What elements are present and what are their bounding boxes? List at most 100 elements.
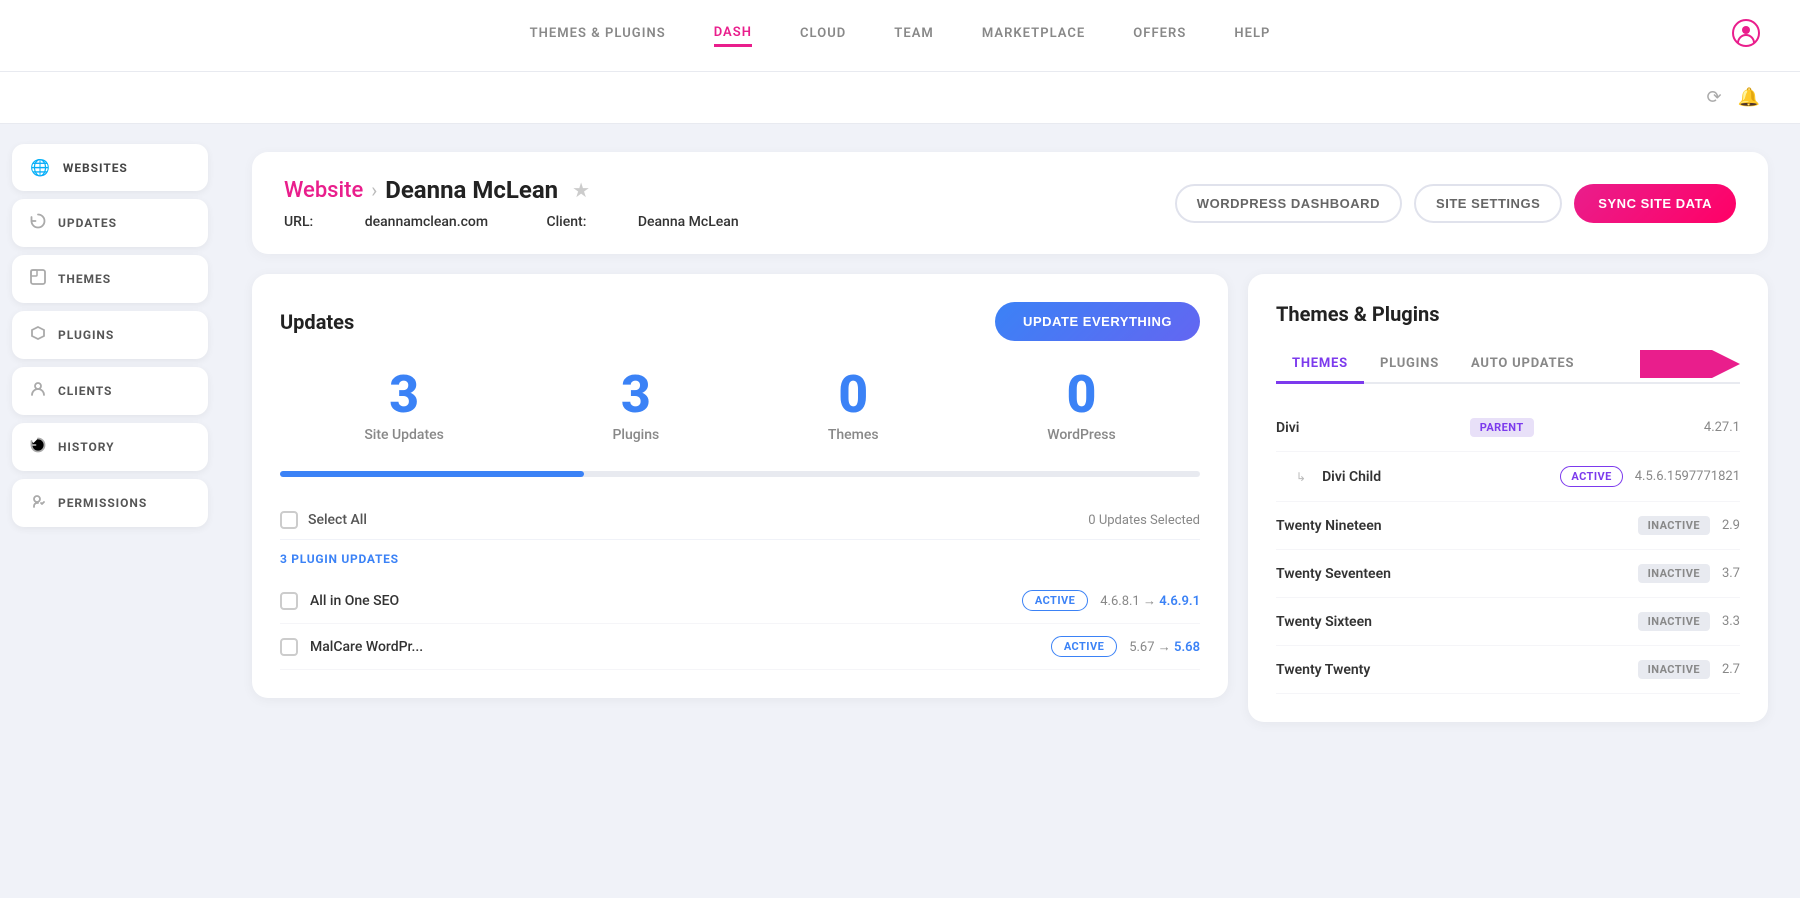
tab-plugins[interactable]: PLUGINS (1364, 346, 1455, 384)
breadcrumb: Website (284, 178, 363, 203)
stat-label-site: Site Updates (364, 427, 444, 443)
site-settings-button[interactable]: SITE SETTINGS (1414, 184, 1562, 223)
select-all-left: Select All (280, 511, 367, 529)
sidebar-label-websites: WEBSITES (63, 161, 128, 175)
sidebar-item-themes[interactable]: THEMES (12, 255, 208, 303)
plugins-icon (30, 325, 46, 345)
theme-row-divi-child: ↳ Divi Child ACTIVE 4.5.6.1597771821 (1276, 452, 1740, 502)
sidebar-label-plugins: PLUGINS (58, 328, 114, 342)
stat-themes: 0 Themes (828, 369, 879, 443)
theme-row-divi: Divi PARENT 4.27.1 (1276, 404, 1740, 452)
themes-plugins-title: Themes & Plugins (1276, 302, 1740, 326)
plugin-version-1: 4.6.8.1 → 4.6.9.1 (1100, 593, 1200, 609)
page-header: Website › Deanna McLean ★ URL: deannamcl… (252, 152, 1768, 254)
theme-name-divi-child: Divi Child (1322, 469, 1381, 485)
stat-site-updates: 3 Site Updates (364, 369, 444, 443)
url-label: URL: (284, 214, 313, 230)
theme-name-17: Twenty Seventeen (1276, 566, 1391, 582)
globe-icon: 🌐 (30, 158, 51, 177)
sidebar-item-history[interactable]: HISTORY (12, 423, 208, 471)
updates-title: Updates (280, 310, 354, 334)
theme-row-twenty-twenty: Twenty Twenty INACTIVE 2.7 (1276, 646, 1740, 694)
theme-version-17: 3.7 (1722, 566, 1740, 581)
plugin-checkbox-2[interactable] (280, 638, 298, 656)
nav-dash[interactable]: DASH (714, 25, 752, 47)
select-all-checkbox[interactable] (280, 511, 298, 529)
update-everything-button[interactable]: UPDATE EVERYTHING (995, 302, 1200, 341)
theme-version-divi: 4.27.1 (1704, 420, 1740, 435)
sync-site-data-button[interactable]: SYNC SITE DATA (1574, 184, 1736, 223)
theme-row-twenty-seventeen: Twenty Seventeen INACTIVE 3.7 (1276, 550, 1740, 598)
sidebar-label-themes: THEMES (58, 272, 111, 286)
stat-label-wp: WordPress (1047, 427, 1115, 443)
sidebar-item-websites[interactable]: 🌐 WEBSITES (12, 144, 208, 191)
version-to-1: 4.6.9.1 (1159, 594, 1200, 609)
themes-icon (30, 269, 46, 289)
theme-name-divi: Divi (1276, 420, 1299, 436)
tab-themes[interactable]: THEMES (1276, 346, 1364, 384)
nav-links: THEMES & PLUGINS DASH CLOUD TEAM MARKETP… (530, 25, 1271, 47)
clients-icon (30, 381, 46, 401)
history-icon (30, 437, 46, 457)
nav-offers[interactable]: OFFERS (1133, 26, 1186, 45)
sidebar-item-updates[interactable]: UPDATES (12, 199, 208, 247)
stat-number-plugins: 3 (612, 369, 659, 421)
theme-name-20: Twenty Twenty (1276, 662, 1370, 678)
main-layout: 🌐 WEBSITES UPDATES THEMES PLUGINS CLI (0, 124, 1800, 898)
sidebar-item-permissions[interactable]: PERMISSIONS (12, 479, 208, 527)
version-from-1: 4.6.8.1 (1100, 594, 1140, 609)
updates-column: Updates UPDATE EVERYTHING 3 Site Updates… (252, 274, 1228, 722)
theme-badge-20: INACTIVE (1638, 660, 1710, 679)
select-all-label[interactable]: Select All (308, 512, 367, 528)
sidebar-label-permissions: PERMISSIONS (58, 496, 147, 510)
nav-help[interactable]: HELP (1234, 26, 1270, 45)
sidebar-label-history: HISTORY (58, 440, 114, 454)
version-from-2: 5.67 (1129, 640, 1154, 655)
themes-plugins-column: Themes & Plugins THEMES PLUGINS AUTO UPD… (1248, 274, 1768, 722)
plugin-checkbox-1[interactable] (280, 592, 298, 610)
client-value: Deanna McLean (638, 214, 739, 230)
theme-version-19: 2.9 (1722, 518, 1740, 533)
stats-row: 3 Site Updates 3 Plugins 0 Themes 0 (280, 369, 1200, 443)
nav-right-actions (1732, 19, 1760, 52)
plugin-updates-label: 3 PLUGIN UPDATES (280, 552, 1200, 566)
updates-selected-count: 0 Updates Selected (1088, 513, 1200, 528)
sidebar-label-updates: UPDATES (58, 216, 117, 230)
user-profile-button[interactable] (1732, 19, 1760, 52)
nav-cloud[interactable]: CLOUD (800, 26, 846, 45)
sidebar-item-clients[interactable]: CLIENTS (12, 367, 208, 415)
version-to-2: 5.68 (1174, 640, 1200, 655)
updates-card-header: Updates UPDATE EVERYTHING (280, 302, 1200, 341)
theme-name-19: Twenty Nineteen (1276, 518, 1382, 534)
theme-version-divi-child: 4.5.6.1597771821 (1635, 469, 1740, 484)
refresh-button[interactable]: ⟳ (1706, 87, 1721, 108)
theme-row-twenty-sixteen: Twenty Sixteen INACTIVE 3.3 (1276, 598, 1740, 646)
nav-marketplace[interactable]: MARKETPLACE (982, 26, 1085, 45)
stat-number-themes: 0 (828, 369, 879, 421)
select-all-row: Select All 0 Updates Selected (280, 501, 1200, 540)
nav-team[interactable]: TEAM (894, 26, 934, 45)
plugin-version-2: 5.67 → 5.68 (1129, 639, 1200, 655)
progress-bar-fill (280, 471, 584, 477)
theme-version-16: 3.3 (1722, 614, 1740, 629)
theme-badge-17: INACTIVE (1638, 564, 1710, 583)
sub-arrow-icon: ↳ (1296, 470, 1306, 484)
notifications-button[interactable]: 🔔 (1738, 87, 1760, 108)
plugin-name-2: MalCare WordPr... (310, 639, 1039, 655)
stat-number-wp: 0 (1047, 369, 1115, 421)
stat-plugins: 3 Plugins (612, 369, 659, 443)
sidebar-item-plugins[interactable]: PLUGINS (12, 311, 208, 359)
page-meta: URL: deannamclean.com Client: Deanna McL… (284, 214, 739, 230)
wordpress-dashboard-button[interactable]: WORDPRESS DASHBOARD (1175, 184, 1402, 223)
top-navigation: THEMES & PLUGINS DASH CLOUD TEAM MARKETP… (0, 0, 1800, 72)
two-column-layout: Updates UPDATE EVERYTHING 3 Site Updates… (252, 274, 1768, 722)
nav-themes-plugins[interactable]: THEMES & PLUGINS (530, 26, 666, 45)
updates-card: Updates UPDATE EVERYTHING 3 Site Updates… (252, 274, 1228, 698)
url-value: deannamclean.com (365, 214, 488, 230)
progress-bar (280, 471, 1200, 477)
favorite-star[interactable]: ★ (572, 178, 590, 202)
theme-version-20: 2.7 (1722, 662, 1740, 677)
theme-badge-divi-child: ACTIVE (1560, 466, 1622, 487)
themes-plugins-card: Themes & Plugins THEMES PLUGINS AUTO UPD… (1248, 274, 1768, 722)
tab-auto-updates[interactable]: AUTO UPDATES (1455, 346, 1590, 384)
